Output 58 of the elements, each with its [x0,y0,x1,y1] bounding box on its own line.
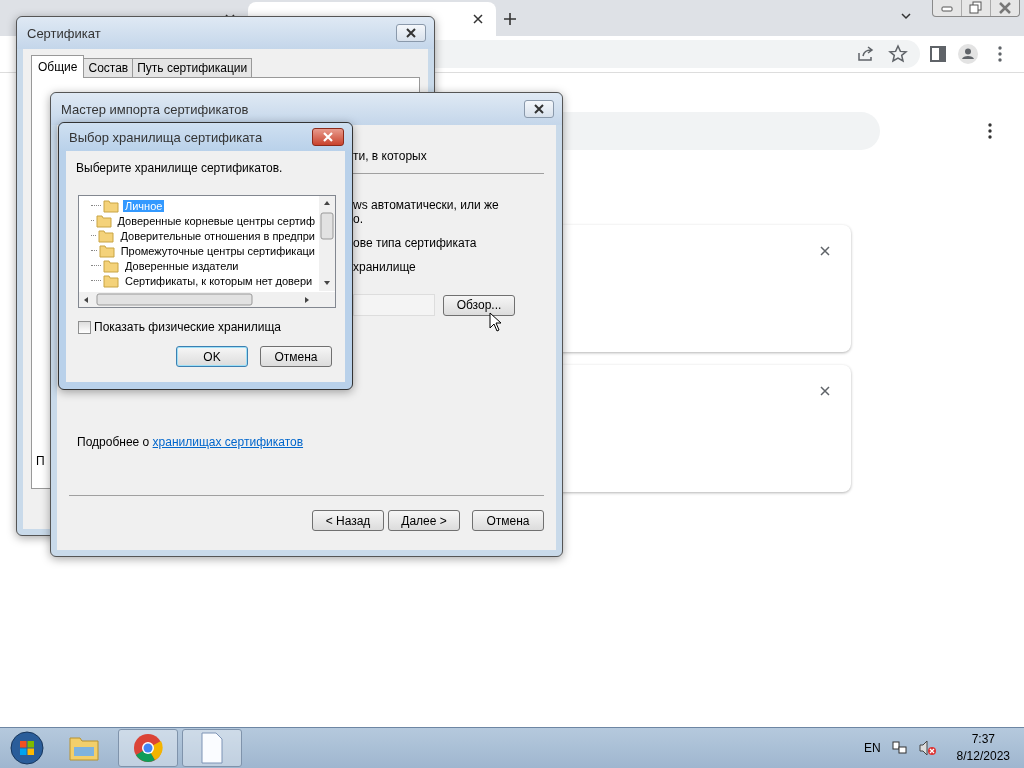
tree-item[interactable]: Промежуточные центры сертификаци [118,244,317,257]
dialog-button[interactable]: OK [176,346,248,367]
text-fragment: ти, в которых [353,149,427,163]
close-button[interactable] [312,128,344,146]
browse-button[interactable]: Обзор... [443,294,515,316]
store-tree[interactable]: Личное Доверенные корневые центры сертиф Доверительные отношения в предпри Промежуточные центры сертификаци Доверенные издатели Сертификаты, к которым нет довери [78,195,336,308]
folder-icon [103,273,119,288]
text-fragment: хранилище [353,260,416,274]
checkbox[interactable] [78,320,91,334]
time-text: 7:37 [971,731,995,748]
tree-item[interactable]: Доверенные издатели [123,259,241,272]
horizontal-scrollbar[interactable] [79,292,335,307]
checkbox-label: Показать физические хранилища [94,320,281,334]
window-title: Выбор хранилища сертификата [69,129,264,145]
more-info-text: Подробнее о хранилищах сертификатов [77,435,305,449]
certificate-stores-link[interactable]: хранилищах сертификатов [152,435,304,449]
tab[interactable]: Общие [31,55,85,78]
star-icon[interactable] [888,44,908,64]
tab[interactable]: Состав [83,58,134,77]
text-fragment: П [36,454,45,468]
text-fragment: ws автоматически, или же [353,198,499,212]
tree-item[interactable]: Доверительные отношения в предпри [118,229,317,242]
wizard-button[interactable]: Отмена [472,510,544,531]
start-button[interactable] [10,731,44,765]
store-field[interactable] [353,294,435,316]
folder-icon [103,258,119,273]
close-icon [404,28,418,38]
folder-icon [103,198,119,213]
prompt-text: Выберите хранилище сертификатов. [76,161,284,175]
muted-volume-icon[interactable] [918,740,937,756]
close-icon [321,132,335,142]
close-icon [532,104,546,114]
folder-icon [95,213,112,228]
tab[interactable]: Путь сертификации [132,58,253,77]
vertical-scrollbar[interactable] [319,196,335,291]
window-title: Мастер импорта сертификатов [61,101,250,117]
network-icon[interactable] [890,740,909,756]
close-button[interactable] [524,100,554,118]
browser-icon[interactable] [133,733,163,763]
dialog-button[interactable]: Отмена [260,346,332,367]
folder-icon [98,243,115,258]
window-title: Сертификат [27,25,102,41]
language-indicator[interactable]: EN [863,741,881,755]
date-text: 8/12/2023 [956,748,1010,765]
plus-icon[interactable] [502,11,518,27]
share-icon[interactable] [856,44,876,64]
wizard-button[interactable]: Далее > [388,510,460,531]
wizard-button[interactable]: < Назад [312,510,384,531]
text-fragment: о. [353,212,363,226]
side-panel-icon[interactable] [928,44,948,64]
text-fragment: ове типа сертификата [353,236,477,250]
avatar-icon[interactable] [958,44,978,64]
folder-icon [98,228,115,243]
tree-item[interactable]: Сертификаты, к которым нет довери [123,274,315,287]
close-button[interactable] [396,24,426,42]
clock[interactable]: 7:37 8/12/2023 [956,731,1010,765]
cursor-icon [489,312,503,332]
tree-item[interactable]: Доверенные корневые центры сертиф [115,214,317,227]
